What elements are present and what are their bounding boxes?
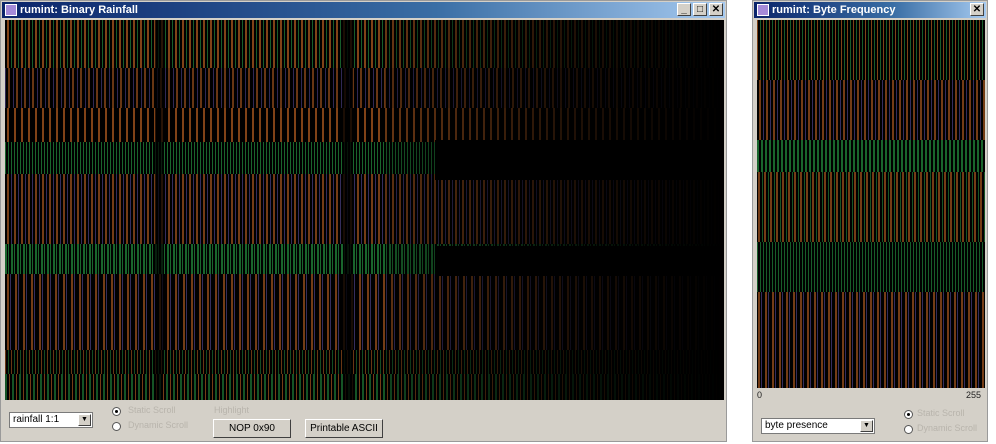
rainfall-window-title: rumint: Binary Rainfall bbox=[20, 4, 138, 16]
static-scroll-label: Static Scroll bbox=[128, 405, 176, 415]
static-scroll-radio[interactable] bbox=[904, 410, 913, 419]
rainfall-view-select[interactable]: rainfall 1:1 ▼ bbox=[9, 412, 93, 428]
frequency-titlebar[interactable]: rumint: Byte Frequency ✕ bbox=[754, 2, 986, 18]
axis-max-label: 255 bbox=[965, 390, 981, 400]
app-icon bbox=[757, 4, 769, 16]
printable-ascii-button[interactable]: Printable ASCII bbox=[305, 419, 383, 438]
nop-highlight-button[interactable]: NOP 0x90 bbox=[213, 419, 291, 438]
dynamic-scroll-radio[interactable] bbox=[904, 425, 913, 434]
rainfall-view-value: rainfall 1:1 bbox=[13, 414, 60, 425]
dynamic-scroll-label: Dynamic Scroll bbox=[128, 420, 189, 430]
binary-rainfall-window: rumint: Binary Rainfall _ □ ✕ rainfall 1… bbox=[0, 0, 727, 442]
app-icon bbox=[5, 4, 17, 16]
frequency-window-title: rumint: Byte Frequency bbox=[772, 4, 896, 16]
chevron-down-icon[interactable]: ▼ bbox=[860, 420, 873, 432]
static-scroll-radio[interactable] bbox=[112, 407, 121, 416]
dynamic-scroll-label: Dynamic Scroll bbox=[917, 423, 978, 433]
frequency-view-select[interactable]: byte presence ▼ bbox=[761, 418, 875, 434]
minimize-button[interactable]: _ bbox=[677, 3, 691, 16]
close-button[interactable]: ✕ bbox=[709, 3, 723, 16]
frequency-view-value: byte presence bbox=[765, 420, 828, 431]
dynamic-scroll-radio[interactable] bbox=[112, 422, 121, 431]
rainfall-titlebar[interactable]: rumint: Binary Rainfall _ □ ✕ bbox=[2, 2, 725, 18]
chevron-down-icon[interactable]: ▼ bbox=[78, 414, 91, 426]
axis-min-label: 0 bbox=[757, 390, 763, 400]
maximize-button[interactable]: □ bbox=[693, 3, 707, 16]
byte-frequency-visualization bbox=[757, 20, 985, 388]
rainfall-visualization bbox=[5, 20, 724, 400]
byte-frequency-window: rumint: Byte Frequency ✕ 0 255 byte pres… bbox=[752, 0, 988, 442]
static-scroll-label: Static Scroll bbox=[917, 408, 965, 418]
highlight-label: Highlight bbox=[214, 405, 250, 415]
close-button[interactable]: ✕ bbox=[970, 3, 984, 16]
